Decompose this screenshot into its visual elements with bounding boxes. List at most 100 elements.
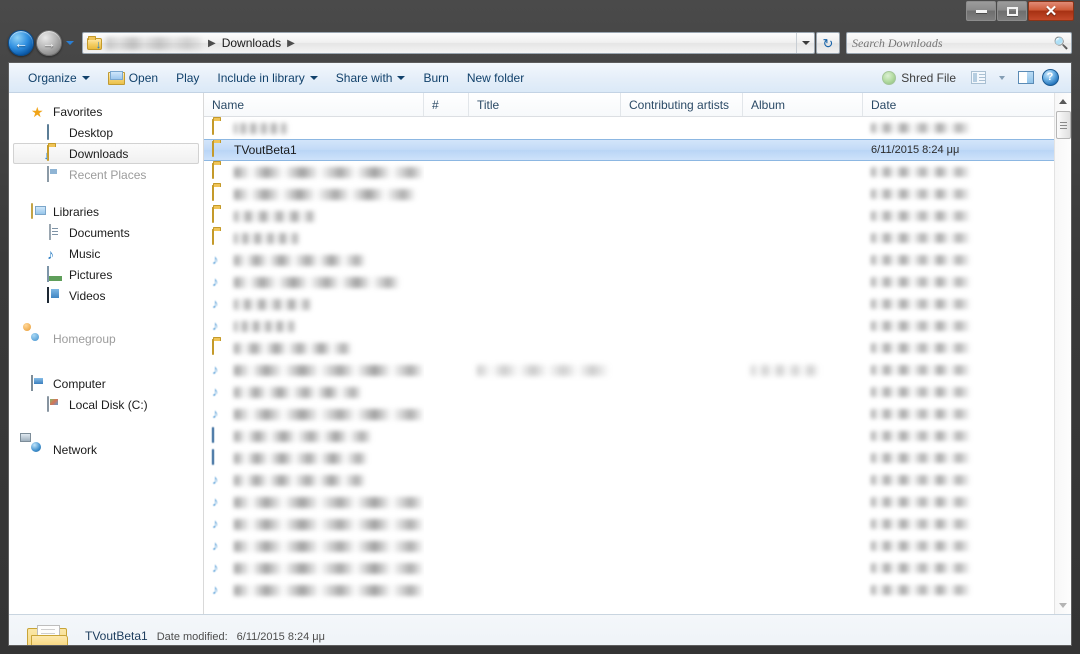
breadcrumb[interactable]: ↓ ▶ Downloads ▶ [83,33,796,53]
column-header-title[interactable]: Title [469,93,621,116]
table-row[interactable]: ♪ [204,469,1054,491]
sidebar-item-homegroup[interactable]: Homegroup [9,328,203,349]
maximize-button[interactable] [997,1,1027,21]
address-dropdown-button[interactable] [796,33,814,53]
address-bar-row: ← → ↓ ▶ Downloads ▶ ↻ Search Downloads 🔍 [0,28,1080,58]
scrollbar-thumb[interactable] [1055,111,1071,139]
cell-title [469,315,621,337]
scroll-down-button[interactable] [1055,597,1072,614]
column-header-date[interactable]: Date [863,93,1055,116]
column-header-[interactable]: # [424,93,469,116]
table-row[interactable] [204,227,1054,249]
table-row[interactable]: ♪ [204,293,1054,315]
column-header-contributing-artists[interactable]: Contributing artists [621,93,743,116]
cell-track-number [424,117,469,139]
sidebar-item-pictures[interactable]: Pictures [9,264,203,285]
scroll-up-button[interactable] [1055,93,1072,110]
toolbar-include-in-library[interactable]: Include in library [208,66,326,90]
toolbar-burn[interactable]: Burn [414,66,457,90]
address-bar[interactable]: ↓ ▶ Downloads ▶ [82,32,815,54]
breadcrumb-segment-obscured[interactable] [106,36,202,50]
sidebar-item-favorites[interactable]: ★ Favorites [9,101,203,122]
cell-contributing-artists [621,249,743,271]
preview-pane-icon [1018,71,1034,84]
sidebar-item-libraries[interactable]: Libraries [9,201,203,222]
sidebar-label-music: Music [69,246,101,261]
help-button[interactable]: ? [1039,67,1061,89]
search-icon[interactable]: 🔍 [1051,36,1071,50]
close-button[interactable]: ✕ [1028,1,1074,21]
history-dropdown-button[interactable] [62,30,78,56]
cell-track-number [424,205,469,227]
client-area: Organize Open Play Include in library Sh… [8,62,1072,646]
table-row[interactable] [204,205,1054,227]
sidebar-item-local-disk[interactable]: Local Disk (C:) [9,394,203,415]
table-row[interactable]: ♪ [204,381,1054,403]
toolbar-share-with[interactable]: Share with [327,66,415,90]
breadcrumb-trailing-separator-icon[interactable]: ▶ [281,38,301,49]
cell-date [863,403,1054,425]
table-row[interactable] [204,161,1054,183]
toolbar-play[interactable]: Play [167,66,208,90]
breadcrumb-current-folder[interactable]: Downloads [222,36,281,50]
sidebar-item-network[interactable]: Network [9,439,203,460]
sidebar-item-documents[interactable]: Documents [9,222,203,243]
table-row[interactable]: ♪ [204,579,1054,601]
date-obscured [871,387,975,397]
column-header-album[interactable]: Album [743,93,863,116]
table-row[interactable]: ♪ [204,513,1054,535]
cell-contributing-artists [621,425,743,447]
cell-album [743,293,863,315]
table-row[interactable]: ♪ [204,403,1054,425]
toolbar-open[interactable]: Open [99,66,167,90]
table-row[interactable] [204,183,1054,205]
table-row[interactable]: ♪ [204,557,1054,579]
preview-pane-button[interactable] [1015,67,1037,89]
file-list[interactable]: TVoutBeta1 6/11/2015 8:24 μμ ♪ ♪ ♪ ♪ ♪ ♪ ♪ ♪ ♪ ♪ ♪ ♪ ♪ [204,117,1054,614]
table-row[interactable]: ♪ [204,271,1054,293]
chevron-down-icon [66,41,74,45]
sidebar-item-downloads[interactable]: ↓ Downloads [13,143,199,164]
forward-button[interactable]: → [36,30,62,56]
navigation-pane[interactable]: ★ Favorites Desktop ↓ Downloads Recent P… [9,93,204,614]
cell-name: ♪ [204,359,424,381]
table-row[interactable]: ♪ [204,535,1054,557]
cell-name: ♪ [204,293,424,315]
toolbar-organize[interactable]: Organize [19,66,99,90]
table-row[interactable] [204,425,1054,447]
cell-title [469,447,621,469]
search-input[interactable] [847,35,1051,51]
search-box[interactable]: 🔍 [846,32,1072,54]
view-mode-button[interactable] [967,67,989,89]
cell-name [204,117,424,139]
view-mode-dropdown-button[interactable] [991,67,1013,89]
sidebar-item-music[interactable]: ♪ Music [9,243,203,264]
chevron-down-icon [1059,603,1067,608]
table-row[interactable] [204,447,1054,469]
sidebar-item-computer[interactable]: Computer [9,373,203,394]
toolbar-new-folder[interactable]: New folder [458,66,533,90]
cell-title [469,557,621,579]
sidebar-item-videos[interactable]: Videos [9,285,203,306]
cell-album [743,140,863,160]
table-row[interactable] [204,117,1054,139]
table-row[interactable]: ♪ [204,491,1054,513]
toolbar-shred-file[interactable]: Shred File [873,66,965,90]
cell-contributing-artists [621,447,743,469]
refresh-button[interactable]: ↻ [816,32,840,54]
table-row[interactable]: TVoutBeta1 6/11/2015 8:24 μμ [204,139,1054,161]
minimize-button[interactable] [966,1,996,21]
sidebar-item-desktop[interactable]: Desktop [9,122,203,143]
sidebar-label-documents: Documents [69,225,130,240]
column-header-name[interactable]: Name [204,93,424,116]
table-row[interactable]: ♪ [204,359,1054,381]
sidebar-item-recent-places[interactable]: Recent Places [9,164,203,185]
table-row[interactable] [204,337,1054,359]
application-icon [212,449,228,466]
cell-contributing-artists [621,359,743,381]
table-row[interactable]: ♪ [204,249,1054,271]
table-row[interactable]: ♪ [204,315,1054,337]
back-button[interactable]: ← [8,30,34,56]
folder-icon [212,339,228,356]
vertical-scrollbar[interactable] [1054,93,1071,614]
